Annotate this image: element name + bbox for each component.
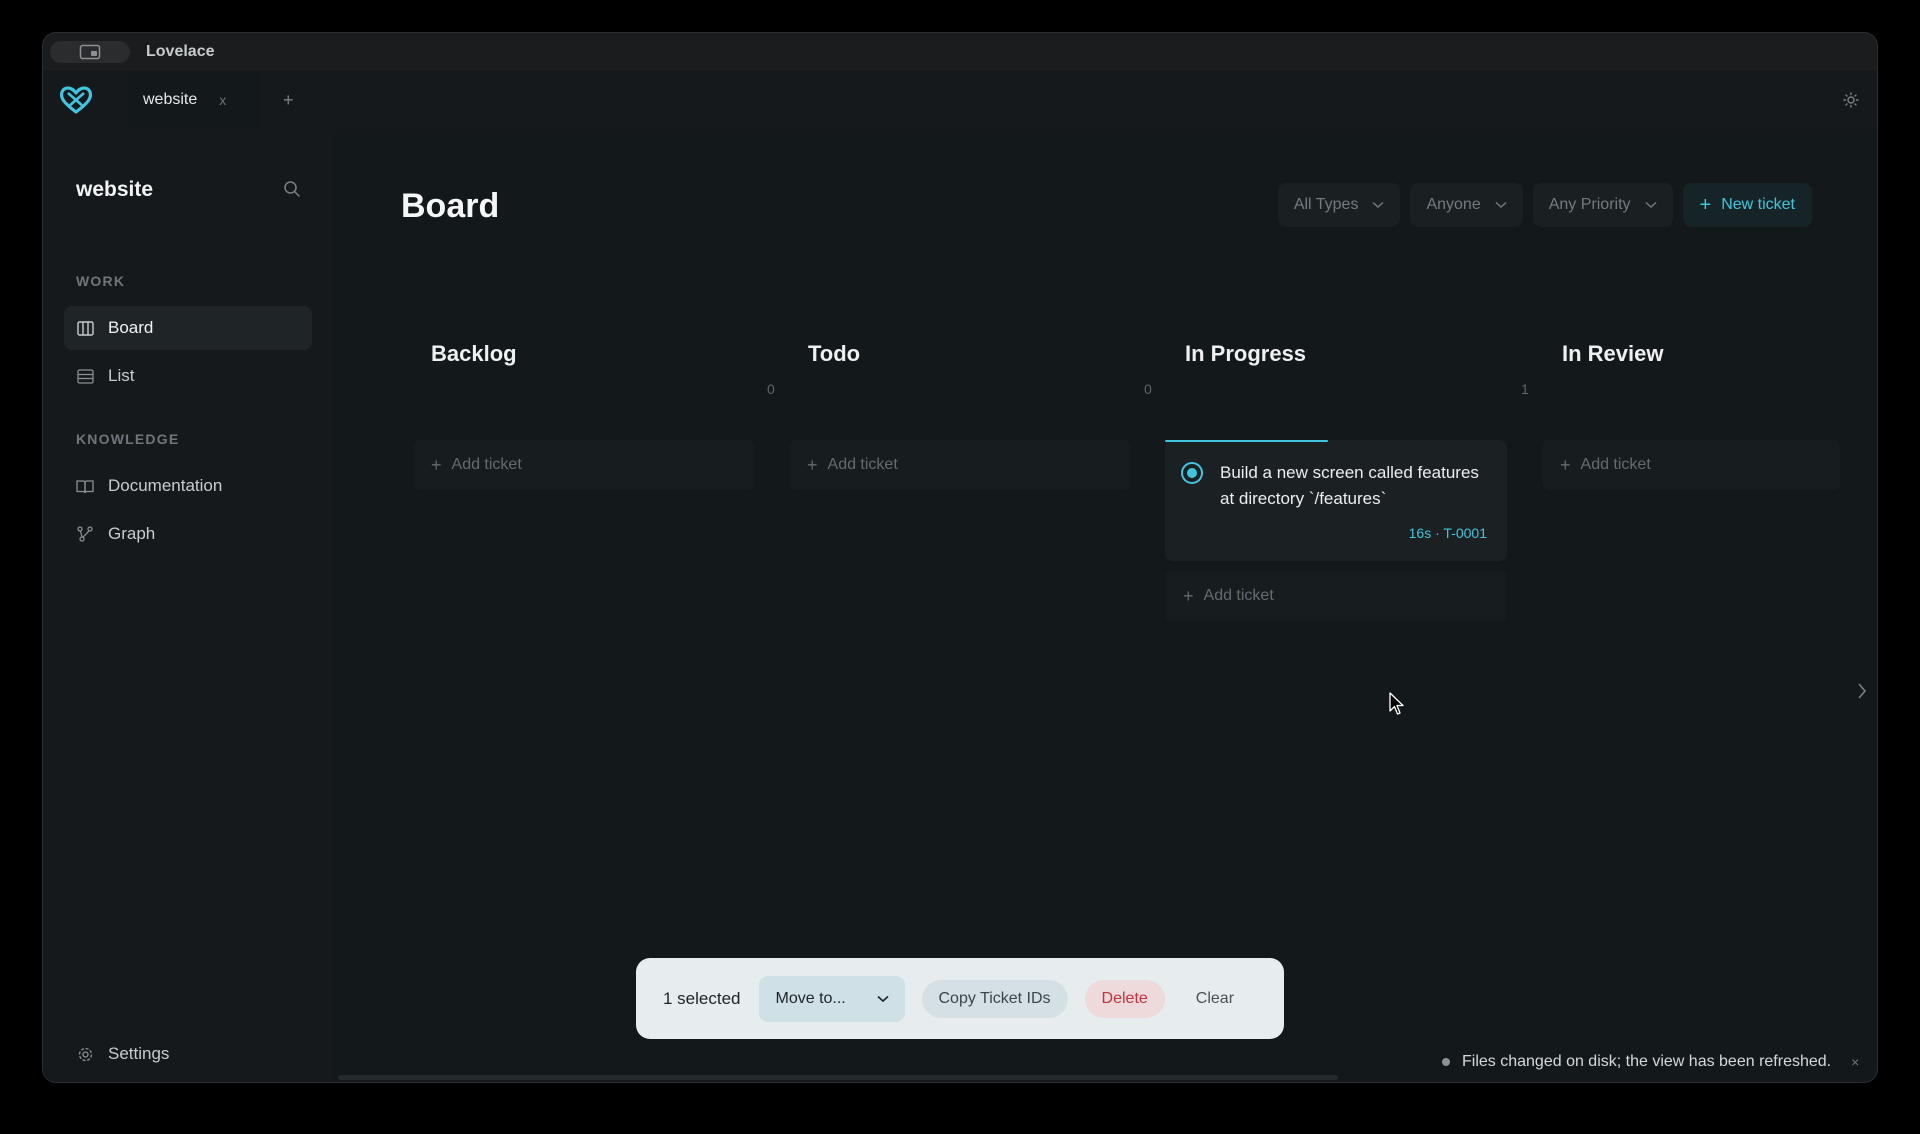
columns-icon <box>76 319 94 337</box>
title-bar: Lovelace <box>43 33 1877 70</box>
sidebar-toggle-button[interactable] <box>50 40 130 63</box>
chevron-right-icon[interactable] <box>1857 682 1867 705</box>
column-count: 0 <box>1144 381 1152 397</box>
add-tab-button[interactable]: + <box>283 90 294 111</box>
sidebar-item-label: Settings <box>108 1044 170 1063</box>
search-icon[interactable] <box>283 180 301 203</box>
plus-icon: + <box>431 454 442 475</box>
app-name: Lovelace <box>146 42 215 60</box>
progress-indicator <box>1165 440 1328 442</box>
new-ticket-button[interactable]: + New ticket <box>1682 183 1812 227</box>
sidebar-item-label: List <box>108 366 135 385</box>
plus-icon: + <box>1699 193 1712 216</box>
board-area: Board All Types Anyone Any Priority + Ne… <box>333 130 1877 1082</box>
column-title: In Review <box>1562 341 1664 366</box>
selection-radio[interactable] <box>1181 462 1203 484</box>
section-heading-knowledge: KNOWLEDGE <box>76 431 180 447</box>
chevron-down-icon <box>1645 196 1657 214</box>
theme-toggle-sun-icon[interactable] <box>1839 88 1863 112</box>
page-title: Board <box>401 187 500 225</box>
column-in-progress: In Progress <box>1185 334 1306 374</box>
logo-icon <box>57 81 95 119</box>
sidebar: website WORK Board List KNOWLEDGE Docume… <box>43 130 333 1082</box>
close-icon[interactable]: × <box>1851 1054 1859 1070</box>
sidebar-toggle-icon <box>79 44 101 59</box>
add-ticket-button[interactable]: + Add ticket <box>1542 440 1840 490</box>
app-window: Lovelace website x + website WORK Board … <box>42 32 1878 1083</box>
ticket-title: Build a new screen called features at di… <box>1220 463 1479 508</box>
column-title: In Progress <box>1185 341 1307 366</box>
chevron-down-icon <box>876 990 889 1008</box>
clear-selection-button[interactable]: Clear <box>1182 980 1248 1018</box>
ticket-meta: 16s · T-0001 <box>1408 525 1487 541</box>
toast-notification: Files changed on disk; the view has been… <box>1436 1037 1872 1082</box>
selected-dot <box>1187 468 1197 478</box>
tab-close-icon[interactable]: x <box>219 92 226 108</box>
mouse-cursor-icon <box>1389 692 1405 721</box>
sidebar-item-board[interactable]: Board <box>64 306 312 350</box>
assignee-filter-label: Anyone <box>1426 196 1481 213</box>
sidebar-item-label: Graph <box>108 524 156 543</box>
project-title: website <box>76 178 154 201</box>
horizontal-scrollbar[interactable] <box>338 1075 1338 1080</box>
sidebar-item-settings[interactable]: Settings <box>64 1032 312 1076</box>
tab-website[interactable]: website x <box>127 70 261 130</box>
add-ticket-button[interactable]: + Add ticket <box>789 440 1131 490</box>
chevron-down-icon <box>1495 196 1507 214</box>
bulk-action-bar: 1 selected Move to... Copy Ticket IDs De… <box>636 958 1284 1039</box>
plus-icon: + <box>807 454 818 475</box>
graph-icon <box>76 525 94 543</box>
column-count: 0 <box>767 381 775 397</box>
copy-ticket-ids-button[interactable]: Copy Ticket IDs <box>921 979 1068 1018</box>
sidebar-item-label: Board <box>108 318 154 337</box>
add-ticket-label: Add ticket <box>827 456 898 473</box>
move-to-label: Move to... <box>775 989 846 1007</box>
sidebar-item-label: Documentation <box>108 476 223 495</box>
assignee-filter-dropdown[interactable]: Anyone <box>1410 183 1523 227</box>
section-heading-work: WORK <box>76 273 126 289</box>
book-icon <box>76 477 94 495</box>
move-to-dropdown[interactable]: Move to... <box>758 975 905 1022</box>
ticket-card[interactable]: Build a new screen called features at di… <box>1165 440 1507 561</box>
tab-bar: website x + <box>43 70 1877 130</box>
column-title: Todo <box>808 341 861 366</box>
filter-bar: All Types Anyone Any Priority + New tick… <box>1277 183 1812 227</box>
plus-icon: + <box>1560 454 1571 475</box>
chevron-down-icon <box>1372 196 1384 214</box>
toast-message: Files changed on disk; the view has been… <box>1462 1053 1832 1070</box>
new-ticket-label: New ticket <box>1721 196 1795 213</box>
plus-icon: + <box>1183 585 1194 606</box>
delete-button[interactable]: Delete <box>1084 979 1165 1018</box>
column-todo: Todo <box>808 334 860 374</box>
type-filter-dropdown[interactable]: All Types <box>1277 183 1401 227</box>
selected-count: 1 selected <box>663 988 741 1008</box>
list-icon <box>76 367 94 385</box>
sidebar-item-graph[interactable]: Graph <box>64 512 312 556</box>
column-title: Backlog <box>431 341 517 366</box>
add-ticket-button[interactable]: + Add ticket <box>1165 571 1507 621</box>
add-ticket-button[interactable]: + Add ticket <box>413 440 755 490</box>
sidebar-item-list[interactable]: List <box>64 354 312 398</box>
priority-filter-dropdown[interactable]: Any Priority <box>1532 183 1673 227</box>
column-backlog: Backlog <box>431 334 517 374</box>
tab-label: website <box>143 91 198 108</box>
add-ticket-label: Add ticket <box>1580 456 1651 473</box>
type-filter-label: All Types <box>1293 196 1359 213</box>
add-ticket-label: Add ticket <box>1203 587 1274 604</box>
column-count: 1 <box>1521 381 1529 397</box>
column-in-review: In Review <box>1562 334 1663 374</box>
priority-filter-label: Any Priority <box>1548 196 1631 213</box>
sidebar-item-documentation[interactable]: Documentation <box>64 464 312 508</box>
status-dot <box>1442 1058 1450 1066</box>
gear-icon <box>76 1045 94 1063</box>
add-ticket-label: Add ticket <box>451 456 522 473</box>
